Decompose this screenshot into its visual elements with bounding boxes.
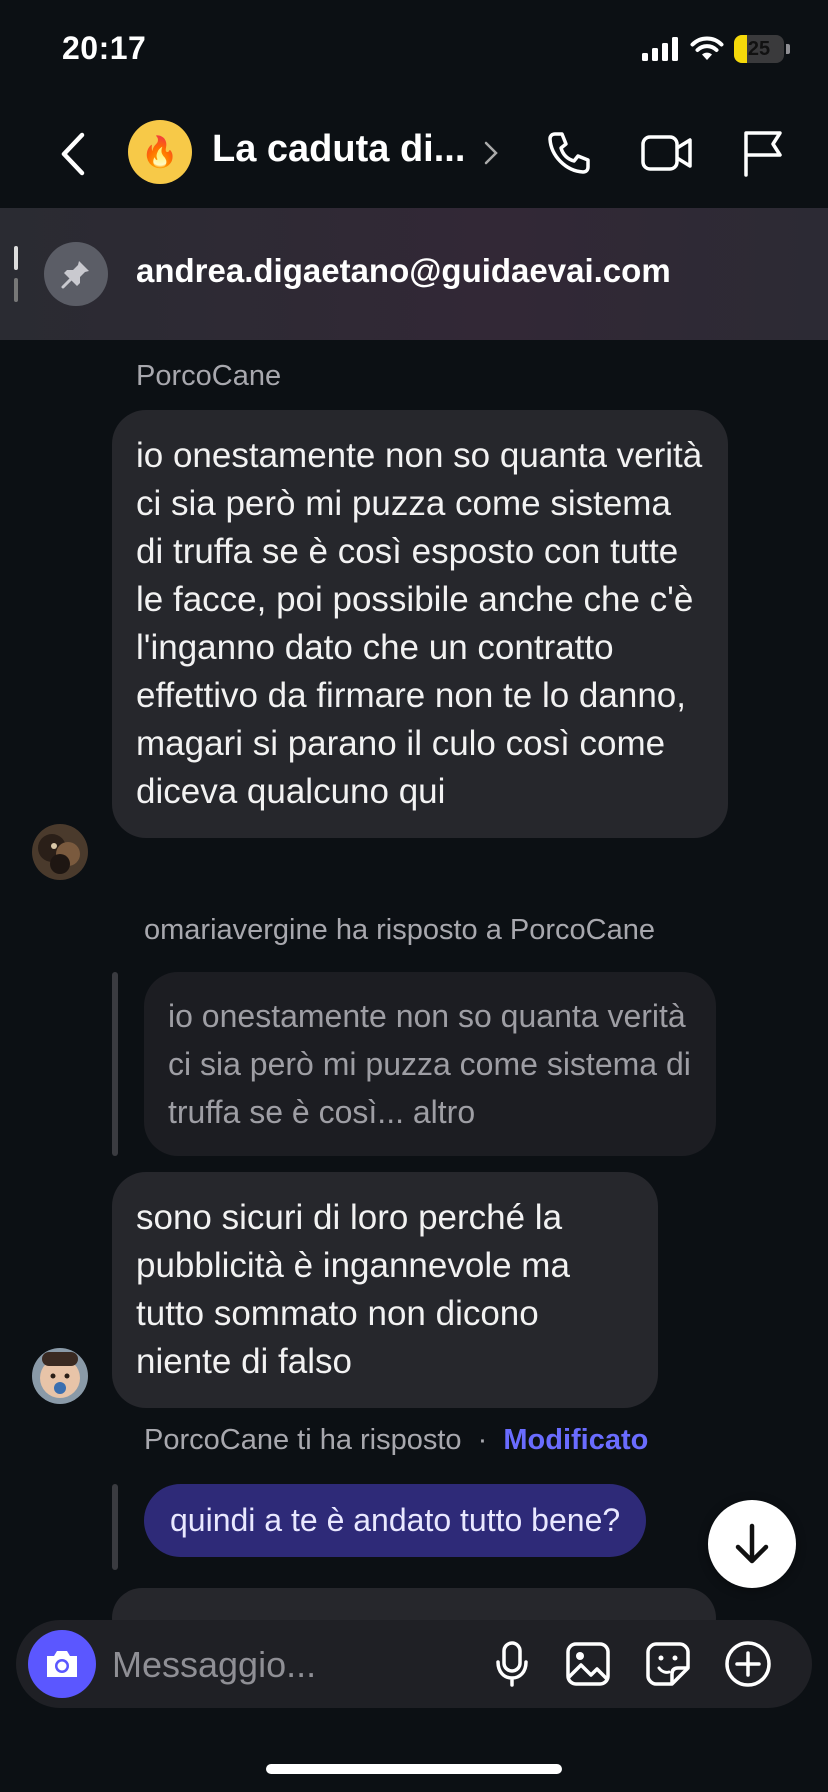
flag-icon[interactable] (734, 124, 792, 182)
signal-icon (642, 37, 678, 61)
home-indicator[interactable] (266, 1764, 562, 1774)
own-message-quote[interactable]: quindi a te è andato tutto bene? (144, 1484, 647, 1557)
pinned-message-text: andrea.digaetano@guidaevai.com (136, 252, 671, 289)
group-avatar[interactable]: 🔥 (128, 120, 192, 184)
message-bubble[interactable]: sono sicuri di loro perché la pubblicità… (112, 1172, 658, 1408)
phone-icon[interactable] (540, 124, 598, 182)
chat-title[interactable]: La caduta di... (212, 128, 465, 171)
status-icons: 25 (642, 34, 790, 64)
battery-icon: 25 (734, 35, 784, 63)
message-input[interactable] (112, 1640, 472, 1690)
avatar[interactable] (32, 824, 88, 880)
battery-level: 25 (747, 37, 771, 60)
back-button[interactable] (48, 126, 98, 182)
quoted-message[interactable]: io onestamente non so quanta verità ci s… (144, 972, 716, 1156)
reply-line (112, 972, 118, 1156)
reply-info: PorcoCane ti ha risposto · Modificato (144, 1424, 648, 1457)
pinned-indicator-active (14, 246, 18, 270)
camera-button[interactable] (28, 1630, 96, 1698)
message-bubble[interactable]: io onestamente non so quanta verità ci s… (112, 410, 728, 838)
back-icon (61, 132, 85, 176)
camera-icon (47, 1651, 77, 1677)
separator-dot: · (477, 1424, 488, 1456)
avatar[interactable] (32, 1348, 88, 1404)
fire-emoji: 🔥 (141, 135, 179, 169)
battery-cap (786, 44, 790, 54)
status-time: 20:17 (62, 30, 147, 66)
gallery-icon[interactable] (560, 1634, 616, 1694)
sticker-icon[interactable] (640, 1634, 696, 1694)
edited-label[interactable]: Modificato (503, 1424, 648, 1456)
video-call-icon[interactable] (638, 124, 696, 182)
reply-info-text: PorcoCane ti ha risposto (144, 1424, 462, 1456)
wifi-icon (690, 36, 724, 60)
microphone-icon[interactable] (484, 1634, 540, 1694)
reply-line (112, 1484, 118, 1570)
plus-icon[interactable] (720, 1634, 776, 1694)
scroll-to-bottom-button[interactable] (708, 1500, 796, 1588)
message-sender: PorcoCane (136, 360, 282, 392)
pinned-indicator (14, 278, 18, 302)
arrow-down-icon (735, 1523, 769, 1564)
chevron-right-icon[interactable] (480, 134, 502, 172)
pin-icon (44, 242, 108, 306)
reply-info: omariavergine ha risposto a PorcoCane (144, 914, 655, 946)
